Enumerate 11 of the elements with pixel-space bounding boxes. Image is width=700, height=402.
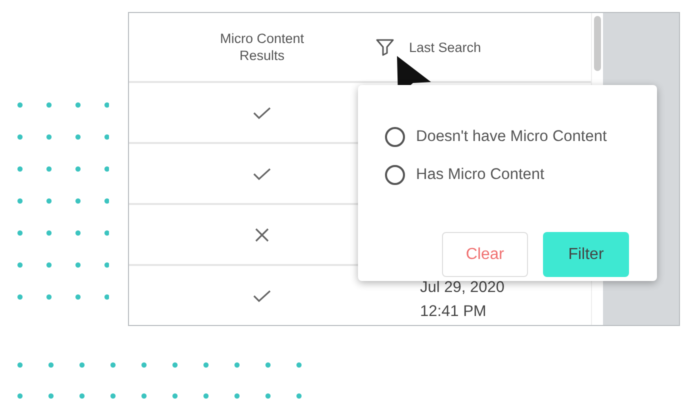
option-label: Has Micro Content xyxy=(416,166,544,184)
option-label: Doesn't have Micro Content xyxy=(416,128,607,146)
date-text: Jul 29, 2020 xyxy=(420,278,506,298)
filter-icon[interactable] xyxy=(375,37,395,57)
radio-button[interactable] xyxy=(385,127,405,147)
column-header: Micro Content Results xyxy=(218,30,306,64)
column-header: Last Search xyxy=(409,40,482,54)
filter-button[interactable]: Filter xyxy=(543,232,629,277)
radio-button[interactable] xyxy=(385,165,405,185)
scrollbar-thumb[interactable] xyxy=(594,16,601,71)
date-text: 12:41 PM xyxy=(420,302,488,322)
